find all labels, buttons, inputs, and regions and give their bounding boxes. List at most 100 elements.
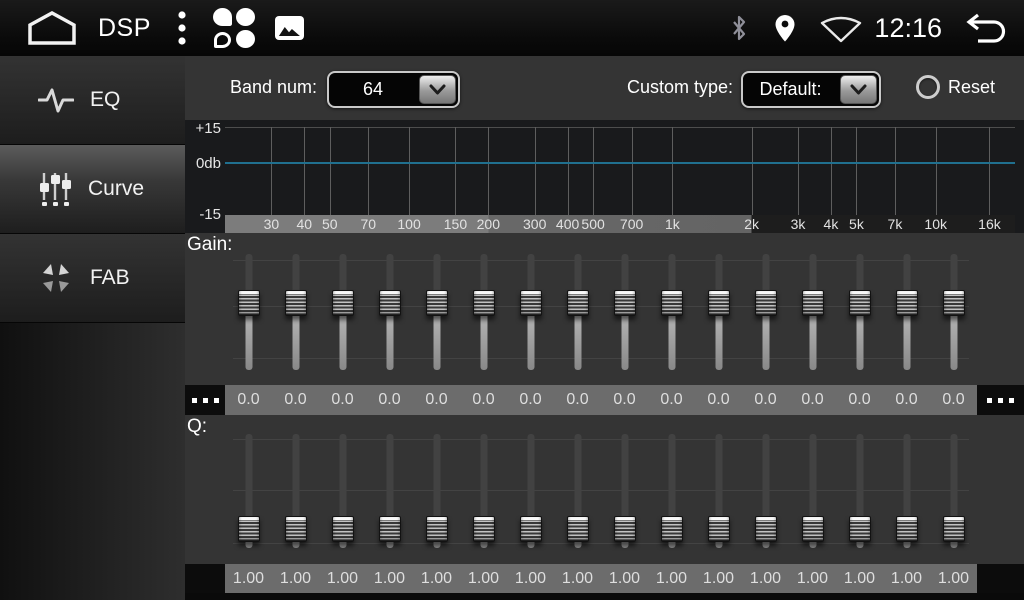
q-slider-13[interactable] [789, 430, 836, 556]
slider-thumb[interactable] [614, 516, 636, 542]
home-icon[interactable] [26, 9, 78, 47]
slider-track-upper[interactable] [433, 434, 440, 529]
q-slider-5[interactable] [413, 430, 460, 556]
overflow-menu-icon[interactable] [177, 9, 187, 47]
q-slider-2[interactable] [272, 430, 319, 556]
slider-track-upper[interactable] [856, 434, 863, 529]
gain-slider-14[interactable] [836, 248, 883, 378]
gain-slider-7[interactable] [507, 248, 554, 378]
slider-track-upper[interactable] [621, 434, 628, 529]
slider-thumb[interactable] [943, 290, 965, 316]
slider-thumb[interactable] [802, 290, 824, 316]
q-slider-8[interactable] [554, 430, 601, 556]
slider-thumb[interactable] [379, 290, 401, 316]
q-slider-3[interactable] [319, 430, 366, 556]
slider-thumb[interactable] [849, 290, 871, 316]
slider-thumb[interactable] [285, 290, 307, 316]
band-num-dropdown[interactable]: 64 [327, 71, 460, 108]
slider-thumb[interactable] [332, 290, 354, 316]
q-slider-7[interactable] [507, 430, 554, 556]
slider-thumb[interactable] [567, 290, 589, 316]
slider-thumb[interactable] [896, 290, 918, 316]
slider-thumb[interactable] [332, 516, 354, 542]
slider-track-upper[interactable] [762, 434, 769, 529]
q-slider-15[interactable] [883, 430, 930, 556]
q-slider-9[interactable] [601, 430, 648, 556]
slider-thumb[interactable] [755, 516, 777, 542]
q-slider-14[interactable] [836, 430, 883, 556]
slider-thumb[interactable] [238, 290, 260, 316]
slider-thumb[interactable] [708, 290, 730, 316]
slider-thumb[interactable] [661, 290, 683, 316]
q-slider-6[interactable] [460, 430, 507, 556]
gain-slider-1[interactable] [225, 248, 272, 378]
slider-track-upper[interactable] [292, 434, 299, 529]
q-more-left-button[interactable] [185, 564, 225, 593]
q-more-right-button[interactable] [977, 564, 1024, 593]
slider-thumb[interactable] [520, 516, 542, 542]
slider-track-upper[interactable] [950, 434, 957, 529]
reset-label[interactable]: Reset [948, 77, 995, 98]
slider-thumb[interactable] [896, 516, 918, 542]
gallery-icon[interactable] [275, 16, 304, 40]
slider-track-upper[interactable] [527, 434, 534, 529]
slider-thumb[interactable] [755, 290, 777, 316]
q-slider-10[interactable] [648, 430, 695, 556]
gain-slider-12[interactable] [742, 248, 789, 378]
slider-thumb[interactable] [426, 290, 448, 316]
slider-track-upper[interactable] [903, 434, 910, 529]
chevron-down-icon[interactable] [840, 75, 877, 104]
back-icon[interactable] [960, 11, 1010, 45]
apps-clover-icon[interactable] [213, 8, 255, 48]
gain-slider-13[interactable] [789, 248, 836, 378]
curve-plot-area[interactable]: 304050701001502003004005007001k2k3k4k5k7… [225, 120, 1015, 233]
slider-track-upper[interactable] [245, 434, 252, 529]
slider-thumb[interactable] [661, 516, 683, 542]
slider-track-upper[interactable] [339, 434, 346, 529]
slider-track-upper[interactable] [668, 434, 675, 529]
slider-track-upper[interactable] [386, 434, 393, 529]
q-slider-11[interactable] [695, 430, 742, 556]
gain-slider-10[interactable] [648, 248, 695, 378]
sidebar-item-eq[interactable]: EQ [0, 56, 185, 145]
chevron-down-icon[interactable] [419, 75, 456, 104]
q-slider-1[interactable] [225, 430, 272, 556]
slider-thumb[interactable] [567, 516, 589, 542]
custom-type-dropdown[interactable]: Default: [741, 71, 881, 108]
reset-radio[interactable] [916, 75, 940, 99]
q-slider-16[interactable] [930, 430, 977, 556]
freq-tick-label: 7k [888, 215, 903, 233]
slider-thumb[interactable] [285, 516, 307, 542]
slider-track-upper[interactable] [574, 434, 581, 529]
sidebar-item-fab[interactable]: FAB [0, 234, 185, 323]
gain-more-right-button[interactable] [977, 385, 1024, 415]
slider-thumb[interactable] [238, 516, 260, 542]
slider-thumb[interactable] [473, 516, 495, 542]
sidebar-item-curve[interactable]: Curve [0, 145, 185, 234]
gain-more-left-button[interactable] [185, 385, 225, 415]
gain-slider-15[interactable] [883, 248, 930, 378]
q-slider-12[interactable] [742, 430, 789, 556]
gain-slider-16[interactable] [930, 248, 977, 378]
slider-thumb[interactable] [849, 516, 871, 542]
slider-track-upper[interactable] [715, 434, 722, 529]
gain-slider-9[interactable] [601, 248, 648, 378]
gain-slider-8[interactable] [554, 248, 601, 378]
gain-slider-6[interactable] [460, 248, 507, 378]
slider-track-upper[interactable] [809, 434, 816, 529]
q-slider-4[interactable] [366, 430, 413, 556]
slider-thumb[interactable] [473, 290, 495, 316]
gain-slider-11[interactable] [695, 248, 742, 378]
slider-track-upper[interactable] [480, 434, 487, 529]
slider-thumb[interactable] [379, 516, 401, 542]
gain-slider-4[interactable] [366, 248, 413, 378]
gain-slider-5[interactable] [413, 248, 460, 378]
slider-thumb[interactable] [426, 516, 448, 542]
slider-thumb[interactable] [520, 290, 542, 316]
slider-thumb[interactable] [708, 516, 730, 542]
slider-thumb[interactable] [614, 290, 636, 316]
gain-slider-2[interactable] [272, 248, 319, 378]
gain-slider-3[interactable] [319, 248, 366, 378]
slider-thumb[interactable] [802, 516, 824, 542]
slider-thumb[interactable] [943, 516, 965, 542]
